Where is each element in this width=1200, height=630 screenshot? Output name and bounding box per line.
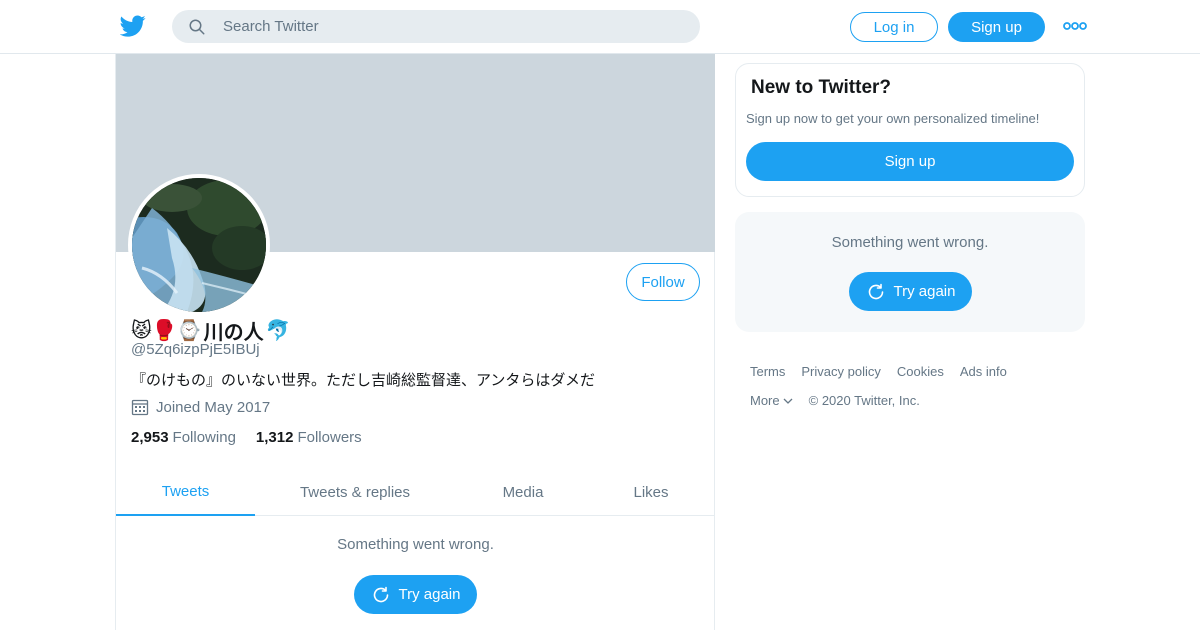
following-label: Following [172,429,236,446]
follow-button[interactable]: Follow [626,263,700,301]
footer-link-privacy[interactable]: Privacy policy [801,364,880,379]
more-dots-icon[interactable] [1063,18,1087,34]
footer: Terms Privacy policy Cookies Ads info Mo… [750,364,1090,422]
followers-link[interactable]: 1,312 Followers [256,429,362,446]
footer-more-label: More [750,393,780,408]
timeline-error-message: Something went wrong. [337,536,494,553]
footer-more-menu[interactable]: More [750,393,793,408]
profile-bio: 『のけもの』のいない世界。ただし吉崎総監督達、アンタらはダメだ [131,372,595,389]
refresh-icon [373,586,388,602]
waterfall-image [132,178,266,312]
tab-likes[interactable]: Likes [591,468,711,516]
profile-column: Follow 😾🥊⌚ 川の人 🐬 @5Zq6izpPjE5IBUj 『のけもの』… [115,54,715,630]
sidebar-signup-button[interactable]: Sign up [746,142,1074,181]
search-icon [189,19,205,35]
calendar-icon [131,399,149,416]
avatar[interactable] [128,174,270,316]
tab-media[interactable]: Media [455,468,591,516]
sidebar-error-card: Something went wrong. Try again [735,212,1085,332]
footer-link-terms[interactable]: Terms [750,364,785,379]
sidebar-try-again-label: Try again [893,283,956,300]
search-input[interactable]: Search Twitter [172,10,700,43]
footer-link-cookies[interactable]: Cookies [897,364,944,379]
name-emoji-end: 🐬 [265,320,291,342]
new-to-twitter-title: New to Twitter? [751,77,892,98]
tab-tweets[interactable]: Tweets [116,468,255,516]
twitter-bird-icon[interactable] [120,13,146,39]
joined-date: Joined May 2017 [131,398,270,416]
profile-stats: 2,953 Following 1,312 Followers [131,429,362,446]
refresh-icon [868,283,883,299]
following-link[interactable]: 2,953 Following [131,429,236,446]
followers-count: 1,312 [255,429,294,446]
footer-link-ads-info[interactable]: Ads info [960,364,1007,379]
followers-label: Followers [297,429,362,446]
joined-text: Joined May 2017 [156,398,271,416]
new-to-twitter-subtitle: Sign up now to get your own personalized… [746,111,1040,126]
chevron-down-icon [783,398,793,404]
sidebar-error-message: Something went wrong. [831,234,989,251]
top-navigation-bar: Search Twitter Log in Sign up [0,0,1200,54]
signup-button[interactable]: Sign up [948,12,1045,42]
name-emoji: 😾🥊⌚ [131,320,202,342]
try-again-button[interactable]: Try again [354,575,477,614]
try-again-label: Try again [398,586,461,603]
search-placeholder: Search Twitter [223,18,319,35]
footer-copyright: © 2020 Twitter, Inc. [808,393,920,408]
profile-handle: @5Zq6izpPjE5IBUj [131,341,260,358]
login-button[interactable]: Log in [850,12,938,42]
profile-tabs: Tweets Tweets & replies Media Likes [116,468,715,516]
following-count: 2,953 [131,429,169,446]
tab-tweets-replies[interactable]: Tweets & replies [255,468,455,516]
sidebar-try-again-button[interactable]: Try again [849,272,972,311]
new-to-twitter-card: New to Twitter? Sign up now to get your … [735,63,1085,197]
